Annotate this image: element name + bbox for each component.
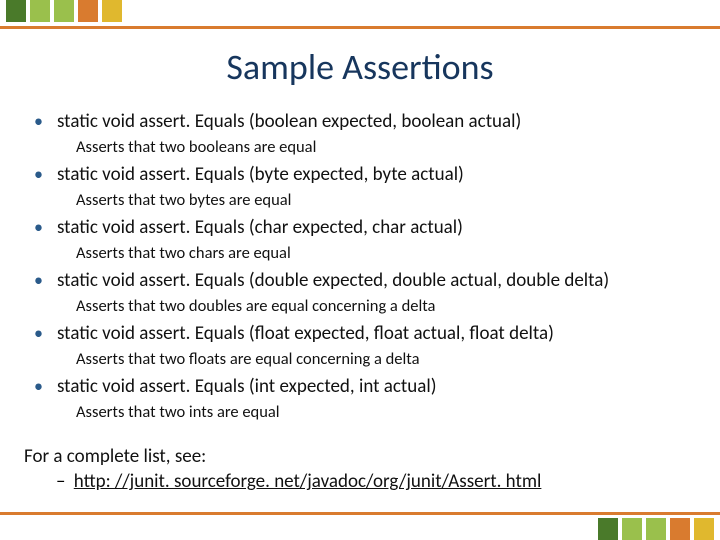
bottom-rule — [0, 512, 720, 515]
page-title: Sample Assertions — [0, 45, 720, 89]
deco-bar — [670, 518, 690, 540]
content-area: • static void assert. Equals (boolean ex… — [0, 109, 720, 423]
method-signature: static void assert. Equals (float expect… — [57, 321, 554, 347]
method-description: Asserts that two chars are equal — [76, 243, 686, 264]
deco-bar — [30, 0, 50, 22]
bottom-decoration — [0, 512, 720, 540]
footer-link-row: – http: //junit. sourceforge. net/javado… — [0, 470, 720, 493]
deco-bar — [622, 518, 642, 540]
method-description: Asserts that two floats are equal concer… — [76, 349, 686, 370]
method-signature: static void assert. Equals (int expected… — [57, 374, 437, 400]
method-description: Asserts that two ints are equal — [76, 402, 686, 423]
list-item: • static void assert. Equals (boolean ex… — [34, 109, 686, 158]
top-rule — [0, 26, 720, 29]
bullet-icon: • — [34, 321, 43, 346]
footer-link[interactable]: http: //junit. sourceforge. net/javadoc/… — [74, 470, 542, 493]
list-item: • static void assert. Equals (float expe… — [34, 321, 686, 370]
dash-icon: – — [56, 470, 65, 493]
list-item: • static void assert. Equals (int expect… — [34, 374, 686, 423]
list-item: • static void assert. Equals (double exp… — [34, 268, 686, 317]
deco-bar — [598, 518, 618, 540]
assertion-list: • static void assert. Equals (boolean ex… — [34, 109, 686, 423]
top-decoration — [0, 0, 720, 26]
method-signature: static void assert. Equals (double expec… — [57, 268, 609, 294]
method-signature: static void assert. Equals (byte expecte… — [57, 162, 464, 188]
bullet-icon: • — [34, 374, 43, 399]
method-signature: static void assert. Equals (char expecte… — [57, 215, 463, 241]
method-description: Asserts that two doubles are equal conce… — [76, 296, 686, 317]
method-signature: static void assert. Equals (boolean expe… — [57, 109, 521, 135]
footer-lead: For a complete list, see: — [0, 445, 720, 468]
deco-bar — [102, 0, 122, 22]
method-description: Asserts that two bytes are equal — [76, 190, 686, 211]
bullet-icon: • — [34, 162, 43, 187]
bullet-icon: • — [34, 109, 43, 134]
list-item: • static void assert. Equals (char expec… — [34, 215, 686, 264]
deco-bar — [54, 0, 74, 22]
bullet-icon: • — [34, 268, 43, 293]
deco-bar — [6, 0, 26, 22]
deco-bar — [78, 0, 98, 22]
deco-bar — [694, 518, 714, 540]
method-description: Asserts that two booleans are equal — [76, 137, 686, 158]
deco-bar — [646, 518, 666, 540]
bullet-icon: • — [34, 215, 43, 240]
list-item: • static void assert. Equals (byte expec… — [34, 162, 686, 211]
